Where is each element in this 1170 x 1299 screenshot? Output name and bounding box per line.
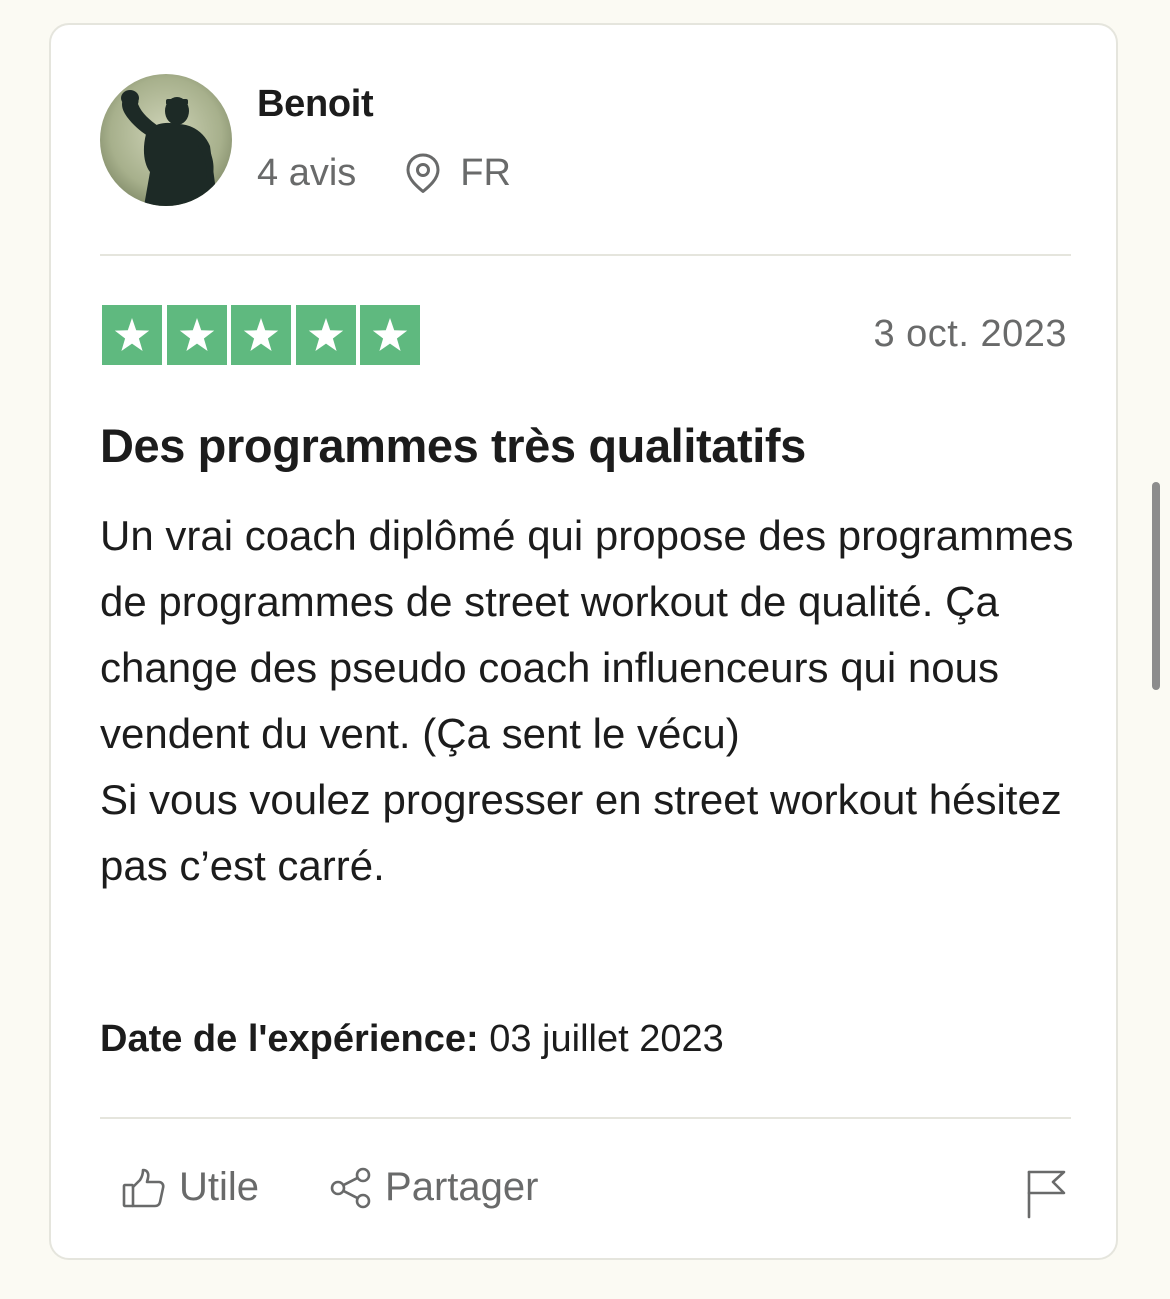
review-count: 4 avis <box>257 151 357 194</box>
experience-value: 03 juillet 2023 <box>489 1018 724 1060</box>
location-pin-icon <box>406 153 440 193</box>
review-date: 3 oct. 2023 <box>873 313 1067 355</box>
star-icon <box>114 318 150 351</box>
star-icon <box>372 318 408 351</box>
star-4 <box>295 305 356 365</box>
star-icon <box>179 318 214 351</box>
star-icon <box>308 318 343 351</box>
review-actions: Utile Partager <box>121 1165 538 1210</box>
report-button[interactable] <box>1025 1169 1067 1224</box>
thumbs-up-icon <box>122 1168 165 1207</box>
star-1 <box>102 305 162 365</box>
scrollbar[interactable] <box>1152 482 1160 690</box>
useful-button[interactable]: Utile <box>121 1165 259 1210</box>
share-button[interactable]: Partager <box>329 1165 538 1210</box>
share-icon <box>330 1167 371 1208</box>
flag-icon <box>1027 1170 1066 1219</box>
star-5 <box>360 305 420 365</box>
consumer-location: FR <box>404 152 511 195</box>
useful-label: Utile <box>179 1165 260 1209</box>
review-card: Benoit 4 avis FR 3 oct. 2023 Des program… <box>49 23 1118 1260</box>
share-label: Partager <box>385 1165 539 1209</box>
star-3 <box>231 305 291 365</box>
consumer-name[interactable]: Benoit <box>257 83 374 126</box>
consumer-meta: 4 avis FR <box>257 149 511 197</box>
avatar-image <box>100 74 232 206</box>
country-code: FR <box>460 151 511 194</box>
review-body: Un vrai coach diplômé qui propose des pr… <box>100 512 1074 889</box>
star-rating <box>102 305 425 365</box>
review-title[interactable]: Des programmes très qualitatifs <box>100 418 806 473</box>
experience-date: Date de l'expérience: 03 juillet 2023 <box>100 1018 724 1061</box>
footer-divider <box>100 1117 1071 1119</box>
experience-label: Date de l'expérience: <box>100 1018 479 1060</box>
star-2 <box>166 305 227 365</box>
avatar[interactable] <box>100 74 232 206</box>
star-icon <box>243 318 279 351</box>
header-divider <box>100 254 1071 256</box>
